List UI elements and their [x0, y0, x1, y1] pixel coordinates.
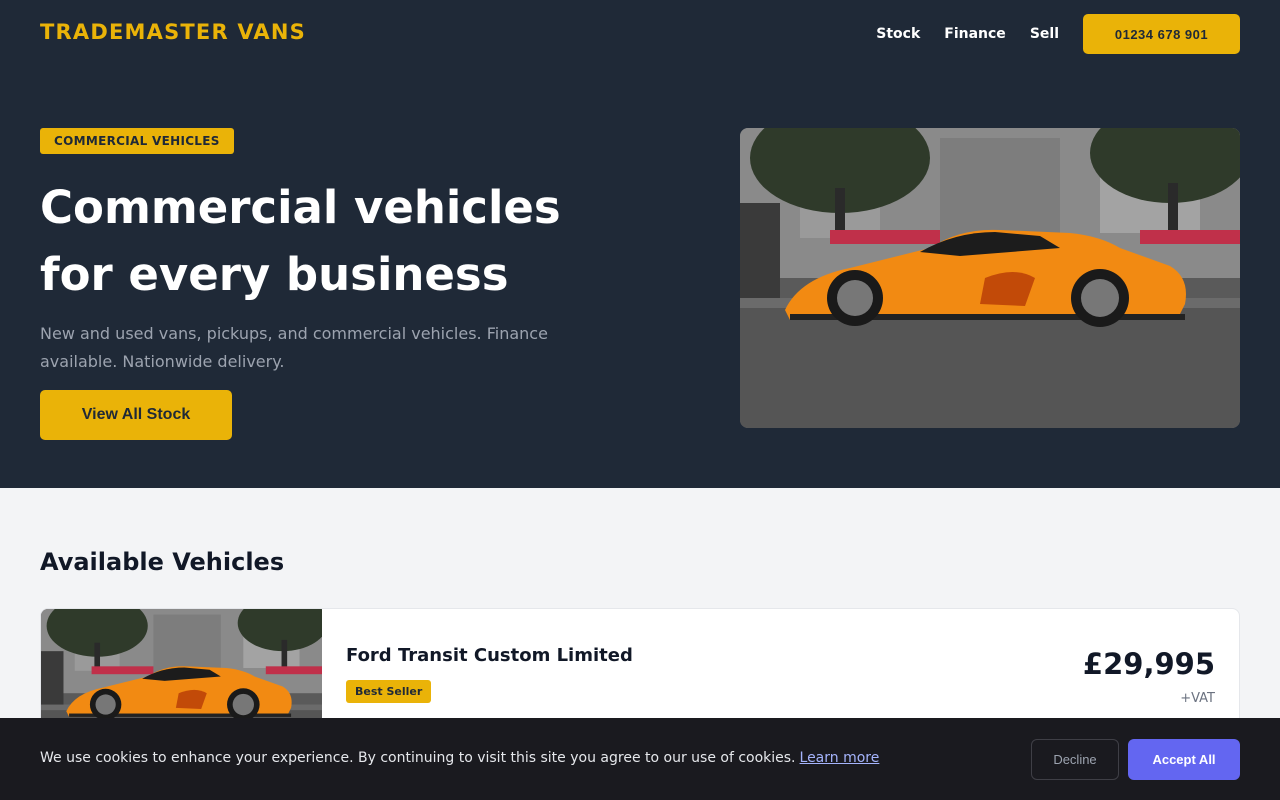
phone-button[interactable]: 01234 678 901	[1083, 14, 1240, 54]
vehicle-title[interactable]: Ford Transit Custom Limited	[346, 645, 633, 666]
site-logo[interactable]: TRADEMASTER VANS	[40, 20, 306, 44]
nav-finance-link[interactable]: Finance	[944, 26, 1006, 42]
learn-more-link[interactable]: Learn more	[800, 750, 880, 766]
available-vehicles-heading: Available Vehicles	[40, 548, 285, 576]
hero-subtitle: New and used vans, pickups, and commerci…	[40, 324, 548, 371]
hero-car-image	[740, 128, 1240, 428]
accept-all-button[interactable]: Accept All	[1128, 739, 1240, 780]
nav-stock-link[interactable]: Stock	[876, 26, 920, 42]
car-photo	[740, 128, 1240, 428]
cookie-text: We use cookies to enhance your experienc…	[40, 750, 796, 766]
best-seller-badge: Best Seller	[346, 680, 432, 703]
hero-title-line-2: for every business	[40, 248, 509, 301]
cookie-message: We use cookies to enhance your experienc…	[40, 750, 879, 766]
vehicle-price: £29,995	[1082, 647, 1215, 681]
view-all-stock-button[interactable]: View All Stock	[40, 390, 232, 440]
vat-note: +VAT	[1180, 691, 1215, 706]
decline-button[interactable]: Decline	[1031, 739, 1119, 780]
main-nav: Stock Finance Sell 01234 678 901	[876, 14, 1240, 54]
nav-sell-link[interactable]: Sell	[1030, 26, 1059, 42]
hero-title-line-1: Commercial vehicles	[40, 181, 561, 234]
hero-section: TRADEMASTER VANS Stock Finance Sell 0123…	[0, 0, 1280, 488]
hero-title: Commercial vehicles for every business	[40, 174, 660, 308]
cookie-banner: We use cookies to enhance your experienc…	[0, 718, 1280, 800]
hero-badge: COMMERCIAL VEHICLES	[40, 128, 234, 154]
